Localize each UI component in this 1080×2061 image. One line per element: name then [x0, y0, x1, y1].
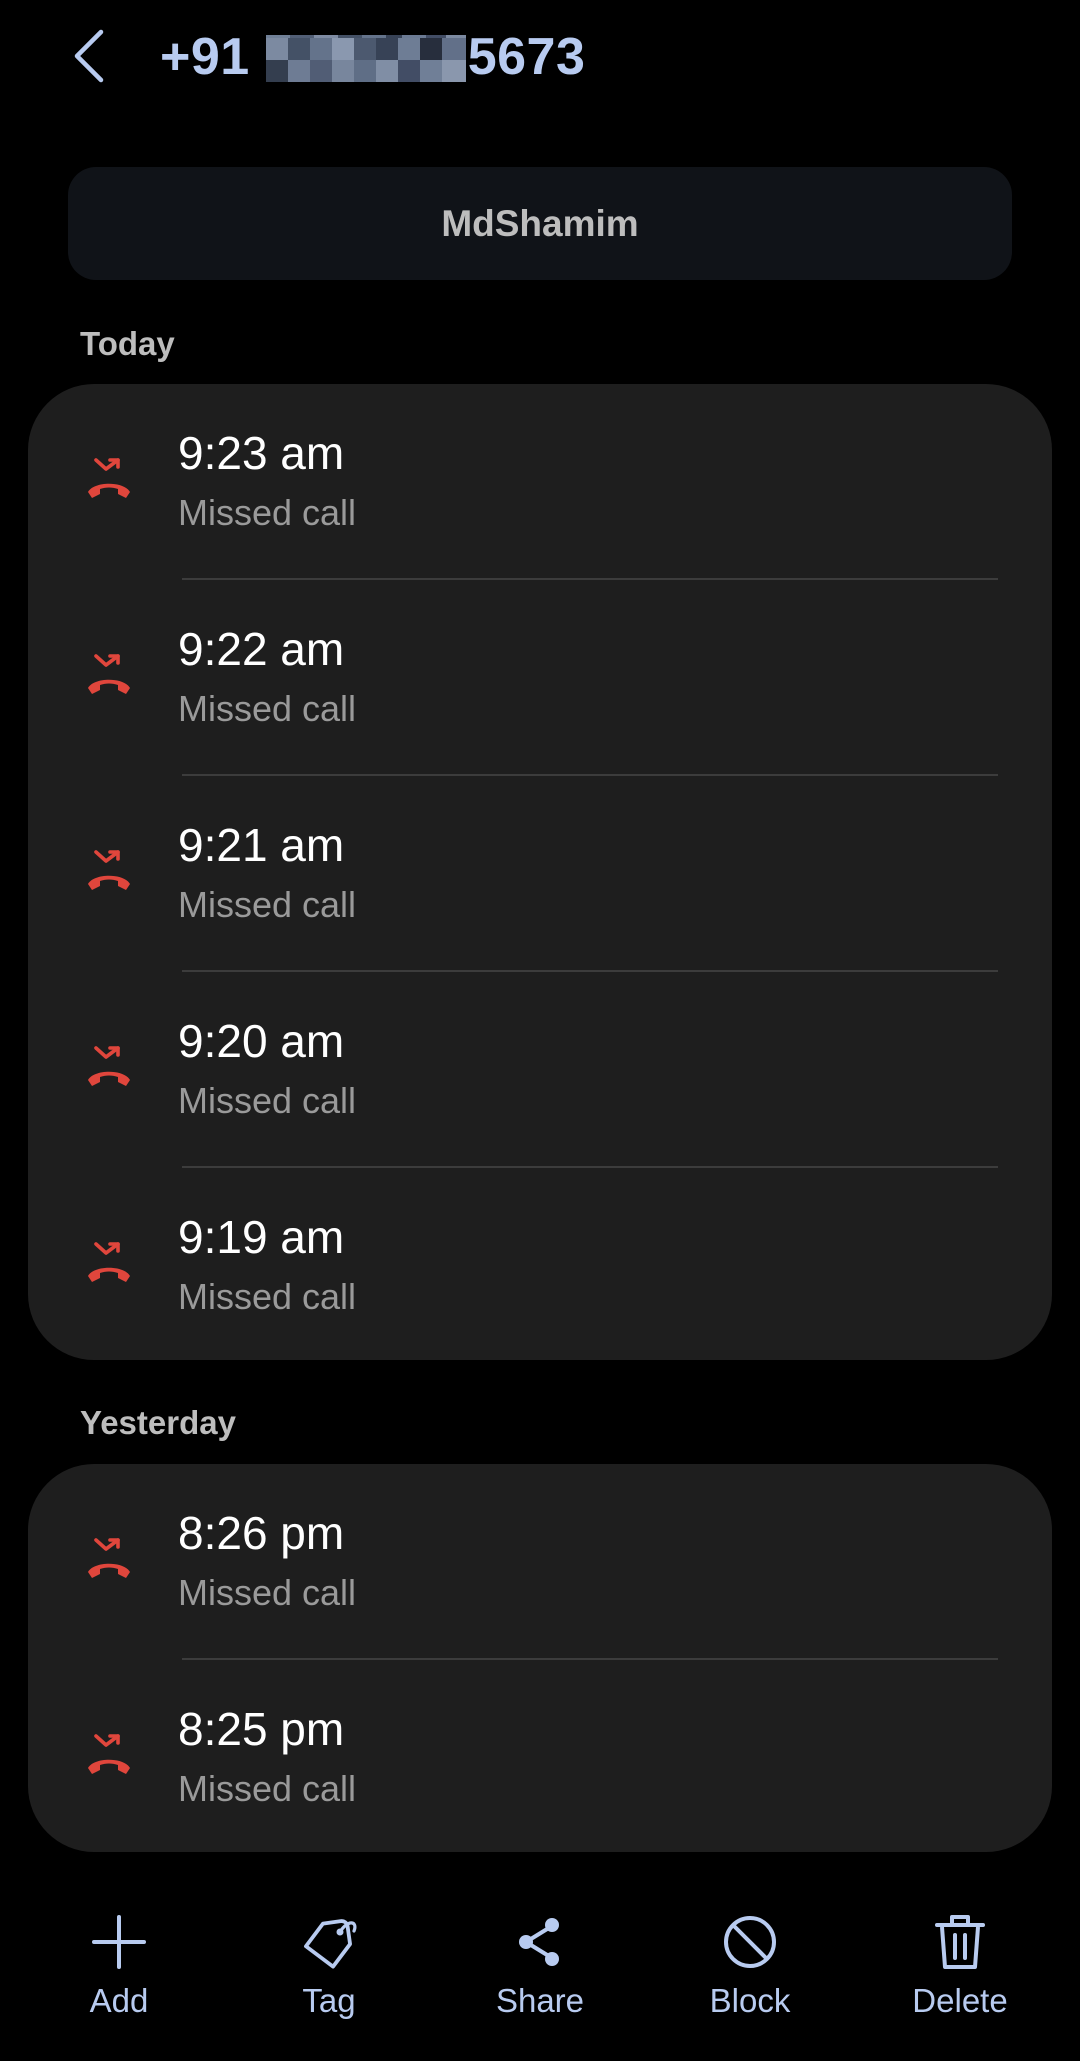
section-label-today: Today — [80, 325, 175, 362]
trash-icon — [928, 1910, 992, 1974]
call-list-yesterday: 8:26 pm Missed call 8:25 pm Missed call — [28, 1464, 1052, 1852]
back-button[interactable] — [62, 24, 114, 88]
call-log-item[interactable]: 9:20 am Missed call — [28, 972, 1052, 1168]
bottom-toolbar: Add Tag Share Block Delete — [0, 1910, 1080, 2040]
call-status: Missed call — [178, 1768, 357, 1809]
phone-number-title: +91 5673 — [160, 22, 585, 92]
call-log-item[interactable]: 9:23 am Missed call — [28, 384, 1052, 580]
share-icon — [508, 1910, 572, 1974]
section-label-yesterday: Yesterday — [80, 1404, 236, 1441]
phone-number-prefix: +91 — [160, 28, 250, 86]
add-label: Add — [89, 1982, 149, 2019]
contact-name-button[interactable]: MdShamim — [68, 167, 1012, 280]
call-status: Missed call — [178, 1572, 357, 1613]
missed-call-icon — [88, 458, 130, 498]
call-time: 9:20 am — [178, 1015, 345, 1067]
block-icon — [718, 1910, 782, 1974]
call-time: 9:23 am — [178, 427, 345, 479]
call-log-item[interactable]: 9:21 am Missed call — [28, 776, 1052, 972]
add-button[interactable]: Add — [44, 1910, 194, 2040]
tag-button[interactable]: Tag — [254, 1910, 404, 2040]
call-status: Missed call — [178, 1080, 357, 1121]
block-button[interactable]: Block — [675, 1910, 825, 2040]
tag-icon — [297, 1910, 361, 1974]
call-status: Missed call — [178, 492, 357, 533]
missed-call-icon — [88, 1538, 130, 1578]
call-log-item[interactable]: 8:25 pm Missed call — [28, 1660, 1052, 1852]
delete-button[interactable]: Delete — [885, 1910, 1035, 2040]
share-button[interactable]: Share — [465, 1910, 615, 2040]
call-status: Missed call — [178, 884, 357, 925]
call-list-today: 9:23 am Missed call 9:22 am Missed call … — [28, 384, 1052, 1360]
call-log-item[interactable]: 9:19 am Missed call — [28, 1168, 1052, 1360]
missed-call-icon — [88, 850, 130, 890]
redacted-digits — [265, 35, 466, 82]
call-log-item[interactable]: 9:22 am Missed call — [28, 580, 1052, 776]
call-time: 9:21 am — [178, 819, 345, 871]
call-time: 9:19 am — [178, 1211, 345, 1263]
call-status: Missed call — [178, 688, 357, 729]
missed-call-icon — [88, 1242, 130, 1282]
missed-call-icon — [88, 1734, 130, 1774]
phone-number-suffix: 5673 — [467, 28, 586, 86]
call-time: 8:26 pm — [178, 1507, 345, 1559]
share-label: Share — [495, 1982, 585, 2019]
missed-call-icon — [88, 1046, 130, 1086]
call-log-item[interactable]: 8:26 pm Missed call — [28, 1464, 1052, 1660]
tag-label: Tag — [302, 1982, 356, 2019]
plus-icon — [87, 1910, 151, 1974]
app-header: +91 5673 — [0, 0, 1080, 115]
missed-call-icon — [88, 654, 130, 694]
block-label: Block — [709, 1982, 791, 2019]
chevron-left-icon — [74, 29, 104, 83]
call-status: Missed call — [178, 1276, 357, 1317]
delete-label: Delete — [912, 1982, 1008, 2019]
call-time: 9:22 am — [178, 623, 345, 675]
call-time: 8:25 pm — [178, 1703, 345, 1755]
